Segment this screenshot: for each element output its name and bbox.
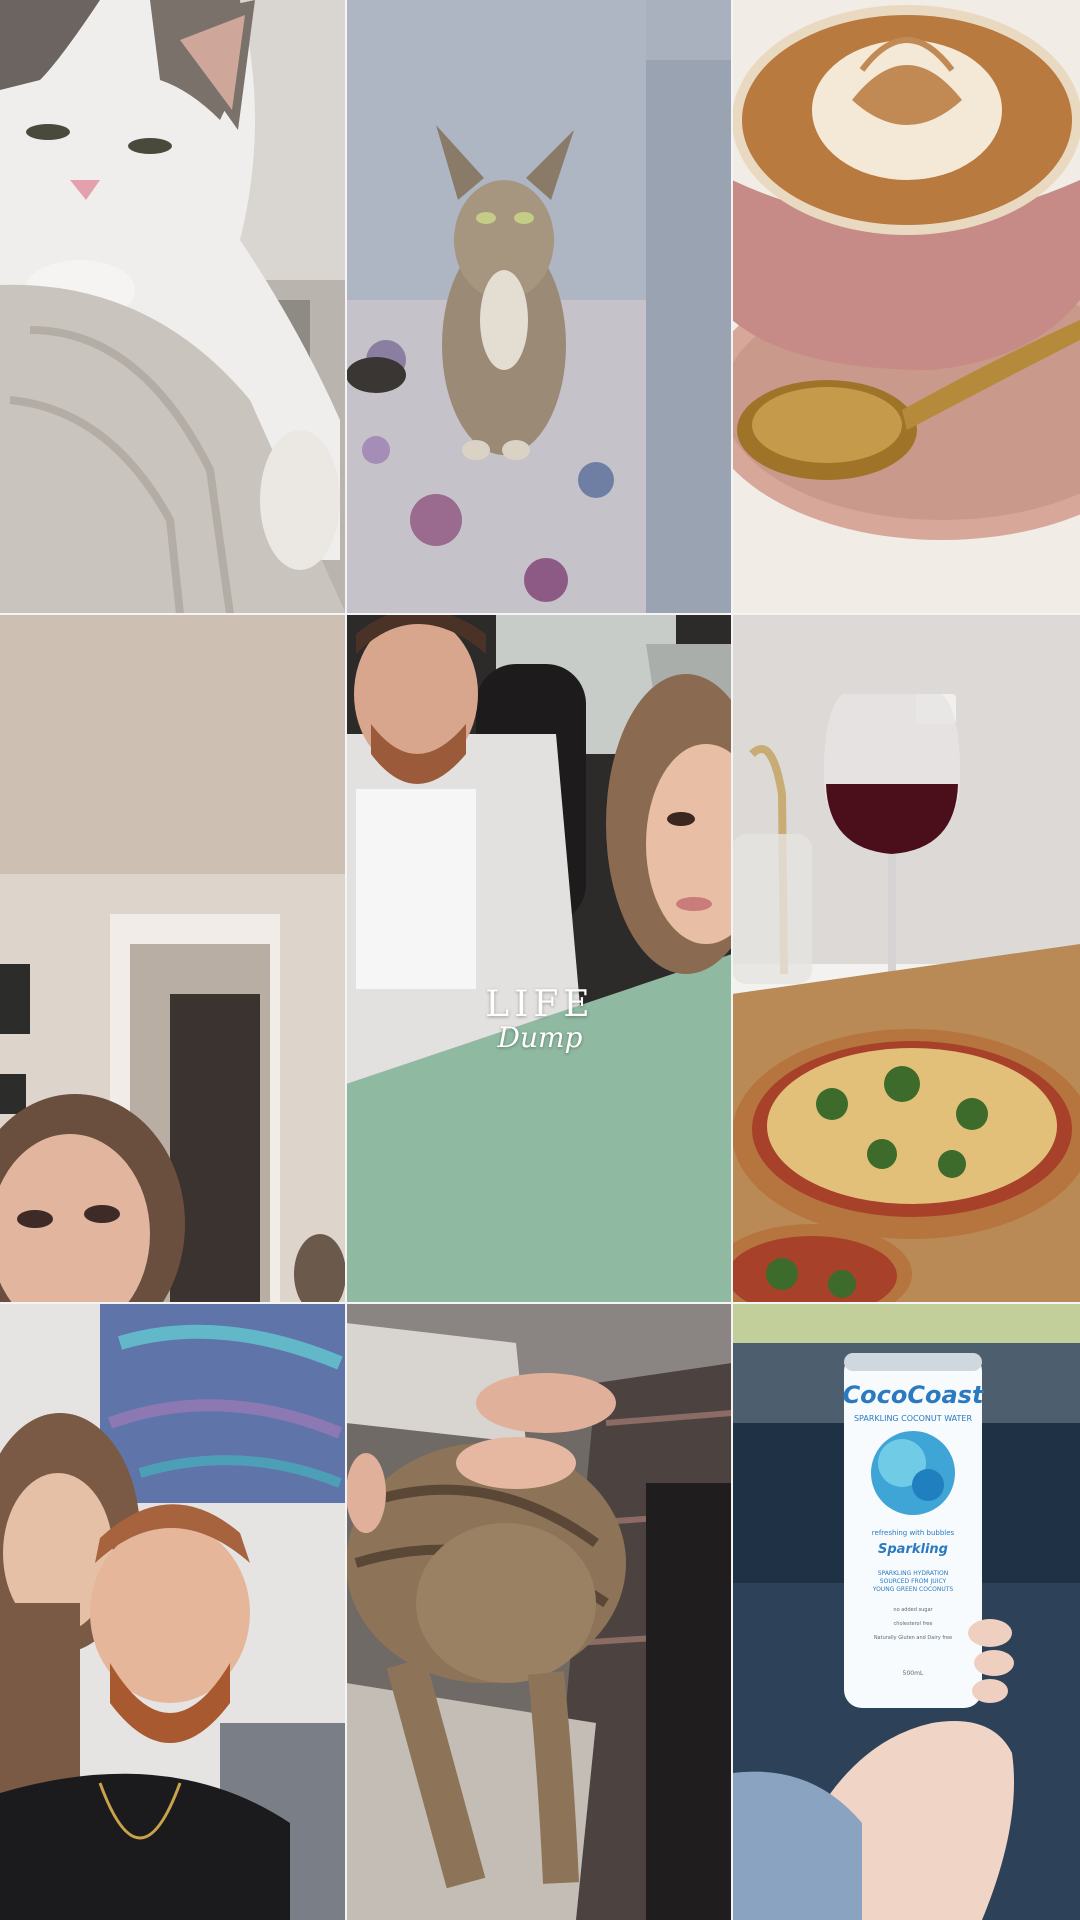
can-flavor: Sparkling bbox=[878, 1542, 948, 1557]
can-volume: 500mL bbox=[903, 1670, 924, 1677]
photo-latte bbox=[732, 0, 1080, 614]
grid-divider bbox=[0, 1302, 1080, 1304]
can-line-3: YOUNG GREEN COCONUTS bbox=[872, 1586, 954, 1593]
photo-coconut-water-can: CocoCoast SPARKLING COCONUT WATER refres… bbox=[732, 1303, 1080, 1920]
grid-divider bbox=[731, 0, 733, 1920]
photo-couple-in-car bbox=[346, 614, 732, 1303]
can-claim-3: Naturally Gluten and Dairy free bbox=[874, 1635, 952, 1641]
can-claim-2: cholesterol free bbox=[894, 1621, 933, 1627]
grid-divider bbox=[345, 0, 347, 1920]
can-claim-1: no added sugar bbox=[893, 1607, 933, 1613]
photo-cat-sleeping-lap bbox=[346, 1303, 732, 1920]
photo-couple-portrait bbox=[0, 1303, 346, 1920]
can-brand: CocoCoast bbox=[843, 1381, 985, 1409]
can-tagline: refreshing with bubbles bbox=[872, 1529, 955, 1537]
photo-collage: CocoCoast SPARKLING COCONUT WATER refres… bbox=[0, 0, 1080, 1920]
grid-divider bbox=[0, 613, 1080, 615]
can-subtitle: SPARKLING COCONUT WATER bbox=[854, 1414, 973, 1423]
photo-wine-pizza bbox=[732, 614, 1080, 1303]
can-line-1: SPARKLING HYDRATION bbox=[878, 1570, 948, 1577]
can-line-2: SOURCED FROM JUICY bbox=[880, 1578, 947, 1585]
photo-tabby-on-rug bbox=[346, 0, 732, 614]
photo-woman-hallway bbox=[0, 614, 346, 1303]
photo-cat-closeup bbox=[0, 0, 346, 614]
